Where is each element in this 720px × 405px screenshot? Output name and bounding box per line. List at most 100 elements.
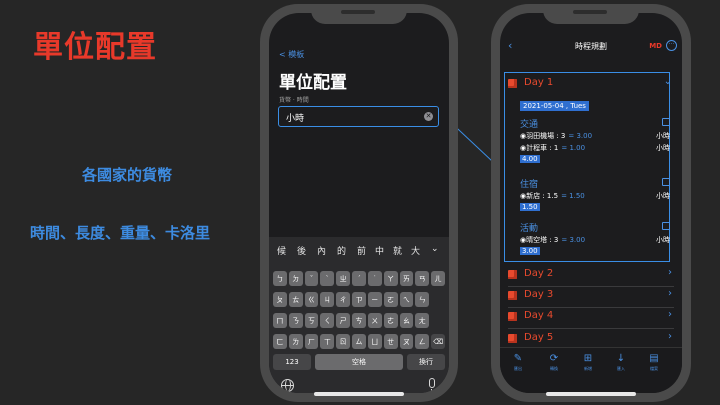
- suggestion[interactable]: 的: [337, 244, 346, 257]
- item-name: ◉新店 : 1.5: [520, 192, 559, 200]
- chevron-right-icon[interactable]: ›: [668, 267, 672, 278]
- list-item[interactable]: ◉晴空塔 : 3 = 3.00 小時: [520, 234, 670, 246]
- unit-input-value[interactable]: 小時: [286, 111, 304, 124]
- keyboard-key[interactable]: ㄕ: [336, 313, 351, 328]
- keyboard-key[interactable]: ㄍ: [304, 292, 319, 307]
- keyboard-key[interactable]: ㄡ: [399, 334, 414, 349]
- keyboard-key[interactable]: ㄨ: [367, 313, 382, 328]
- file-icon: ▤: [649, 353, 659, 364]
- keyboard-key[interactable]: ㄒ: [320, 334, 335, 349]
- keyboard-icons: [269, 378, 449, 393]
- keyboard-key[interactable]: ㄎ: [304, 313, 319, 328]
- suggestion[interactable]: 後: [297, 244, 306, 257]
- edit-icon[interactable]: [662, 118, 670, 126]
- list-item[interactable]: ◉羽田機場 : 3 = 3.00 小時: [520, 130, 670, 142]
- globe-icon[interactable]: [281, 379, 294, 392]
- suggestion[interactable]: 前: [357, 244, 366, 257]
- divider: [508, 286, 674, 287]
- keyboard-key[interactable]: ㄧ: [367, 292, 382, 307]
- suggestion[interactable]: 候: [277, 244, 286, 257]
- list-item[interactable]: ◉新店 : 1.5 = 1.50 小時: [520, 190, 670, 202]
- day-row-5[interactable]: Day 5 ›: [508, 331, 674, 348]
- note-units: 時間、長度、重量、卡洛里: [30, 224, 211, 242]
- keyboard-key[interactable]: ㄠ: [399, 313, 414, 328]
- chevron-down-icon[interactable]: ⌄: [431, 244, 439, 254]
- keyboard-key[interactable]: ㄑ: [320, 313, 335, 328]
- suggestion[interactable]: 中: [375, 244, 384, 257]
- tab-import[interactable]: ↓ 匯入: [611, 354, 631, 372]
- key-space[interactable]: 空格: [315, 354, 403, 370]
- list-item[interactable]: ◉計程車 : 1 = 1.00 小時: [520, 142, 670, 154]
- edit-icon[interactable]: [662, 178, 670, 186]
- edit-icon[interactable]: [662, 222, 670, 230]
- clear-icon[interactable]: ✕: [424, 112, 433, 121]
- chevron-right-icon[interactable]: ›: [668, 331, 672, 342]
- cube-icon: [508, 334, 517, 343]
- keyboard-key[interactable]: ㄝ: [383, 334, 398, 349]
- section-total: 3.00: [520, 247, 540, 255]
- keyboard-key[interactable]: ㄚ: [383, 271, 398, 286]
- keyboard-key[interactable]: ㄌ: [288, 334, 303, 349]
- keyboard-key[interactable]: ㄘ: [352, 313, 366, 328]
- item-unit: 小時: [656, 132, 670, 140]
- keyboard-key[interactable]: ㄟ: [399, 292, 414, 307]
- keyboard-key[interactable]: ㄓ: [336, 271, 351, 286]
- keyboard-key[interactable]: ㄜ: [383, 313, 398, 328]
- back-button[interactable]: < 模板: [279, 49, 304, 60]
- keyboard-key[interactable]: ㄦ: [431, 271, 445, 286]
- keyboard-key[interactable]: ㄖ: [336, 334, 351, 349]
- tab-add[interactable]: ⊞ 新增: [578, 354, 598, 372]
- keyboard-key[interactable]: ㄩ: [367, 334, 382, 349]
- tab-convert[interactable]: ⟳ 轉換: [544, 354, 564, 372]
- chevron-down-icon[interactable]: ⌄: [664, 76, 672, 87]
- keyboard-key[interactable]: ㄤ: [415, 313, 430, 328]
- date-chip: 2021-05-04 , Tues: [520, 101, 589, 111]
- tab-file[interactable]: ▤ 檔案: [644, 354, 664, 372]
- unit-input[interactable]: 小時 ✕: [278, 106, 439, 127]
- day-row-2[interactable]: Day 2 ›: [508, 267, 674, 284]
- add-icon: ⊞: [583, 353, 593, 364]
- section-title: 住宿: [520, 180, 539, 190]
- suggestion[interactable]: 內: [317, 244, 326, 257]
- keyboard-key[interactable]: ˋ: [320, 271, 335, 286]
- keyboard-key[interactable]: ㄗ: [352, 292, 366, 307]
- home-indicator: [546, 392, 636, 396]
- keyboard-key[interactable]: ㄣ: [415, 292, 430, 307]
- key-return[interactable]: 換行: [407, 354, 445, 370]
- key-123[interactable]: 123: [273, 354, 311, 370]
- keyboard-key[interactable]: ㄔ: [336, 292, 351, 307]
- keyboard-key[interactable]: ㄏ: [304, 334, 319, 349]
- keyboard-key[interactable]: ˊ: [352, 271, 366, 286]
- keyboard-key[interactable]: ㄈ: [273, 334, 287, 349]
- more-icon[interactable]: ···: [666, 40, 677, 51]
- suggestion[interactable]: 大: [411, 244, 420, 257]
- keyboard-key[interactable]: ˙: [367, 271, 382, 286]
- section-title: 活動: [520, 224, 539, 234]
- chevron-right-icon[interactable]: ›: [668, 288, 672, 299]
- keyboard-key[interactable]: ㄊ: [288, 292, 303, 307]
- day-row-4[interactable]: Day 4 ›: [508, 309, 674, 326]
- keyboard-key[interactable]: ㄉ: [288, 271, 303, 286]
- item-name: ◉羽田機場 : 3: [520, 132, 566, 140]
- suggestion[interactable]: 就: [393, 244, 402, 257]
- day-row-3[interactable]: Day 3 ›: [508, 288, 674, 305]
- keyboard-key[interactable]: ㄞ: [399, 271, 414, 286]
- microphone-icon[interactable]: [429, 378, 435, 393]
- keyboard-key[interactable]: ㄛ: [383, 292, 398, 307]
- day-row-1[interactable]: Day 1 ⌄: [508, 76, 674, 93]
- keyboard-key[interactable]: ㄇ: [273, 313, 287, 328]
- keyboard-key[interactable]: ㄙ: [352, 334, 366, 349]
- nav-bar: ‹ 時程規劃 MD ···: [500, 39, 682, 55]
- keyboard-key[interactable]: ㄋ: [288, 313, 303, 328]
- chevron-right-icon[interactable]: ›: [668, 309, 672, 320]
- md-button[interactable]: MD: [649, 42, 662, 50]
- tab-export[interactable]: ✎ 匯出: [508, 354, 528, 372]
- keyboard-key[interactable]: ㄥ: [415, 334, 430, 349]
- keyboard-key[interactable]: ㄐ: [320, 292, 335, 307]
- keyboard-key[interactable]: ㄅ: [273, 271, 287, 286]
- backspace-key[interactable]: ⌫: [431, 334, 445, 349]
- keyboard-key[interactable]: ˇ: [304, 271, 319, 286]
- keyboard-key[interactable]: ㄆ: [273, 292, 287, 307]
- keyboard-key[interactable]: ㄢ: [415, 271, 430, 286]
- keyboard-row-1: ㄅㄉ ˇ ˋ ㄓ ˊ ˙ ㄚㄞㄢㄦ: [273, 271, 445, 286]
